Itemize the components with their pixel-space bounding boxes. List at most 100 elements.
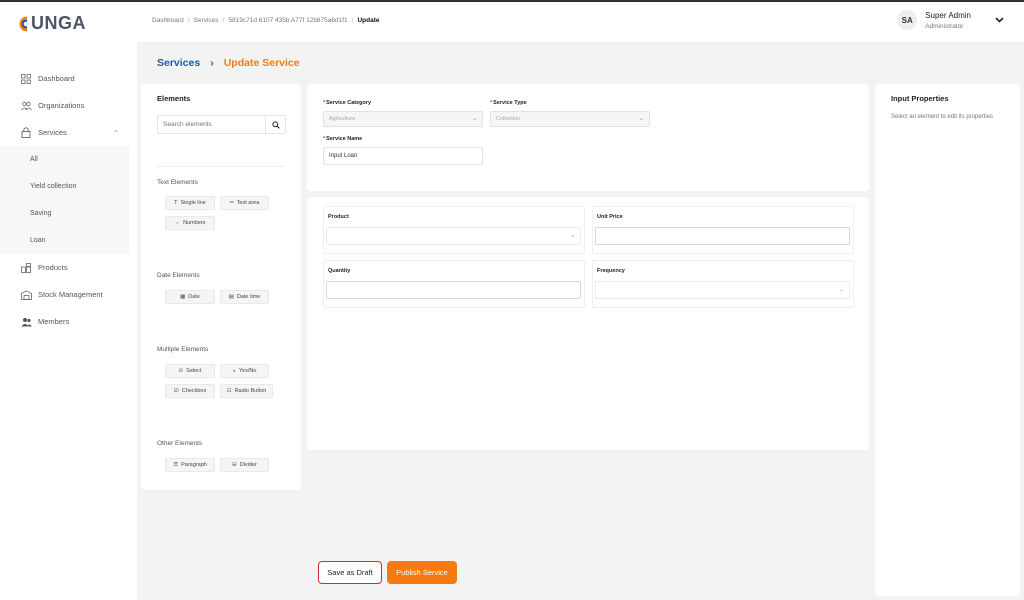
textarea-icon: ═	[229, 200, 234, 206]
chevron-down-icon[interactable]	[995, 15, 1004, 26]
breadcrumb-service-id[interactable]: 5819c71d 6107 435b A77f 12b875a6d1f1	[228, 17, 347, 24]
service-name-input[interactable]: Input Loan	[323, 147, 483, 165]
elements-search	[157, 115, 286, 134]
submenu-item-all[interactable]: All	[0, 146, 129, 173]
chevron-down-icon: ⌄	[638, 116, 644, 122]
sidebar-item-stock-management[interactable]: Stock Management	[0, 281, 137, 308]
input-properties-panel: Input Properties Select an element to ed…	[875, 84, 1020, 596]
field-label: Product	[328, 214, 349, 220]
element-select[interactable]: ⊙ Select	[165, 364, 215, 378]
service-category-select[interactable]: Agriculture ⌄	[323, 111, 483, 127]
radio-list-icon: ☷	[226, 388, 232, 394]
element-date[interactable]: ▦ Date	[165, 290, 215, 304]
sidebar-item-label: Dashboard	[38, 74, 75, 83]
user-role: Administrator	[925, 22, 964, 30]
submenu-item-loan[interactable]: Loan	[0, 227, 129, 254]
sidebar-item-services[interactable]: Services ⌃	[0, 119, 137, 146]
chevron-down-icon: ⌄	[838, 287, 844, 293]
element-divider[interactable]: ⊟ Divider	[220, 458, 269, 472]
service-name-label: *Service Name	[323, 136, 363, 142]
sidebar-item-label: Organizations	[38, 101, 85, 110]
logo-icon	[19, 16, 28, 31]
checkbox-icon: ☑	[173, 388, 179, 394]
frequency-select[interactable]: ⌄	[595, 281, 850, 299]
toggle-icon: ◒	[232, 368, 236, 374]
paragraph-icon: ☰	[173, 462, 179, 468]
warehouse-icon	[20, 289, 32, 301]
search-input[interactable]	[158, 116, 266, 133]
top-header: Dashboard / Services / 5819c71d 6107 435…	[137, 2, 1024, 42]
numbers-icon: ⇔	[174, 220, 181, 226]
group-label-date: Date Elements	[157, 272, 200, 279]
unit-price-input[interactable]	[595, 227, 850, 245]
element-date-time[interactable]: ▤ Date time	[220, 290, 269, 304]
field-label: Unit Price	[597, 214, 623, 220]
sidebar-item-products[interactable]: Products	[0, 254, 137, 281]
chevron-up-icon: ⌃	[113, 129, 119, 137]
sidebar-item-members[interactable]: Members	[0, 308, 137, 335]
divider-icon: ⊟	[232, 462, 237, 468]
chevron-right-icon: ›	[210, 57, 214, 69]
lock-icon	[20, 127, 32, 139]
element-paragraph[interactable]: ☰ Paragraph	[165, 458, 215, 472]
group-label-other: Other Elements	[157, 440, 203, 447]
sidebar-item-label: Products	[38, 263, 68, 272]
group-label-multiple: Multiple Elements	[157, 346, 209, 353]
publish-service-button[interactable]: Publish Service	[387, 561, 457, 584]
element-yes-no[interactable]: ◒ Yes/No	[220, 364, 269, 378]
submenu-item-saving[interactable]: Saving	[0, 200, 129, 227]
properties-title: Input Properties	[891, 94, 949, 103]
sidebar-item-label: Stock Management	[38, 290, 103, 299]
breadcrumb-services[interactable]: Services	[194, 17, 219, 24]
logo-text: UNGA	[31, 13, 86, 33]
breadcrumb-current: Update	[357, 17, 380, 24]
page-title: Services › Update Service	[157, 57, 300, 69]
quantity-input[interactable]	[326, 281, 581, 299]
calendar-clock-icon: ▤	[228, 294, 234, 300]
element-text-area[interactable]: ═ Text area	[220, 196, 269, 210]
form-builder-canvas: Product ⌄ Unit Price Quantity Frequency …	[307, 197, 869, 450]
breadcrumb-dashboard[interactable]: Dashboard	[152, 17, 184, 24]
product-select[interactable]: ⌄	[326, 227, 581, 245]
grid-icon	[20, 73, 32, 85]
canvas-field-frequency[interactable]: Frequency ⌄	[592, 260, 854, 308]
users-icon	[20, 100, 32, 112]
box-icon	[20, 262, 32, 274]
submenu-item-yield-collection[interactable]: Yield collection	[0, 173, 129, 200]
sidebar-item-dashboard[interactable]: Dashboard	[0, 65, 137, 92]
sidebar-item-label: Services	[38, 128, 67, 137]
breadcrumb: Dashboard / Services / 5819c71d 6107 435…	[152, 17, 380, 24]
page-title-parent[interactable]: Services	[157, 57, 200, 69]
element-checkbox[interactable]: ☑ Checkbox	[165, 384, 215, 398]
user-menu[interactable]: SA Super Admin Administrator	[897, 10, 1004, 30]
elements-panel: Elements Text Elements TSingle line ═Tex…	[141, 84, 301, 490]
canvas-field-quantity[interactable]: Quantity	[323, 260, 585, 308]
sidebar-item-organizations[interactable]: Organizations	[0, 92, 137, 119]
element-single-line[interactable]: T Single line	[165, 196, 215, 210]
element-radio-button[interactable]: ☷ Radio Button	[220, 384, 273, 398]
calendar-icon: ▦	[180, 294, 186, 300]
save-as-draft-button[interactable]: Save as Draft	[318, 561, 382, 584]
service-details-form: *Service Category Agriculture ⌄ *Service…	[307, 84, 869, 191]
sidebar-nav: Dashboard Organizations Services ⌃ All Y…	[0, 65, 137, 335]
elements-title: Elements	[157, 94, 191, 103]
chevron-down-icon: ⌄	[569, 233, 575, 239]
group-label-text: Text Elements	[157, 179, 198, 186]
user-name: Super Admin	[925, 10, 971, 20]
properties-hint: Select an element to edit its properties	[891, 114, 994, 120]
field-label: Frequency	[597, 268, 625, 274]
service-category-label: *Service Category	[323, 100, 372, 106]
search-icon[interactable]	[265, 116, 285, 133]
canvas-field-unit-price[interactable]: Unit Price	[592, 206, 854, 254]
canvas-field-product[interactable]: Product ⌄	[323, 206, 585, 254]
service-type-label: *Service Type	[490, 100, 527, 106]
field-label: Quantity	[328, 268, 351, 274]
chevron-down-icon: ⌄	[471, 116, 477, 122]
service-type-select[interactable]: Collection ⌄	[490, 111, 650, 127]
element-numbers[interactable]: ⇔ Numbers	[165, 216, 215, 230]
avatar: SA	[897, 10, 918, 30]
logo[interactable]: UNGA	[16, 13, 86, 34]
services-submenu: All Yield collection Saving Loan	[0, 146, 129, 254]
sidebar-item-label: Members	[38, 317, 70, 326]
sidebar: UNGA Dashboard Organizations Services ⌃ …	[0, 2, 137, 600]
